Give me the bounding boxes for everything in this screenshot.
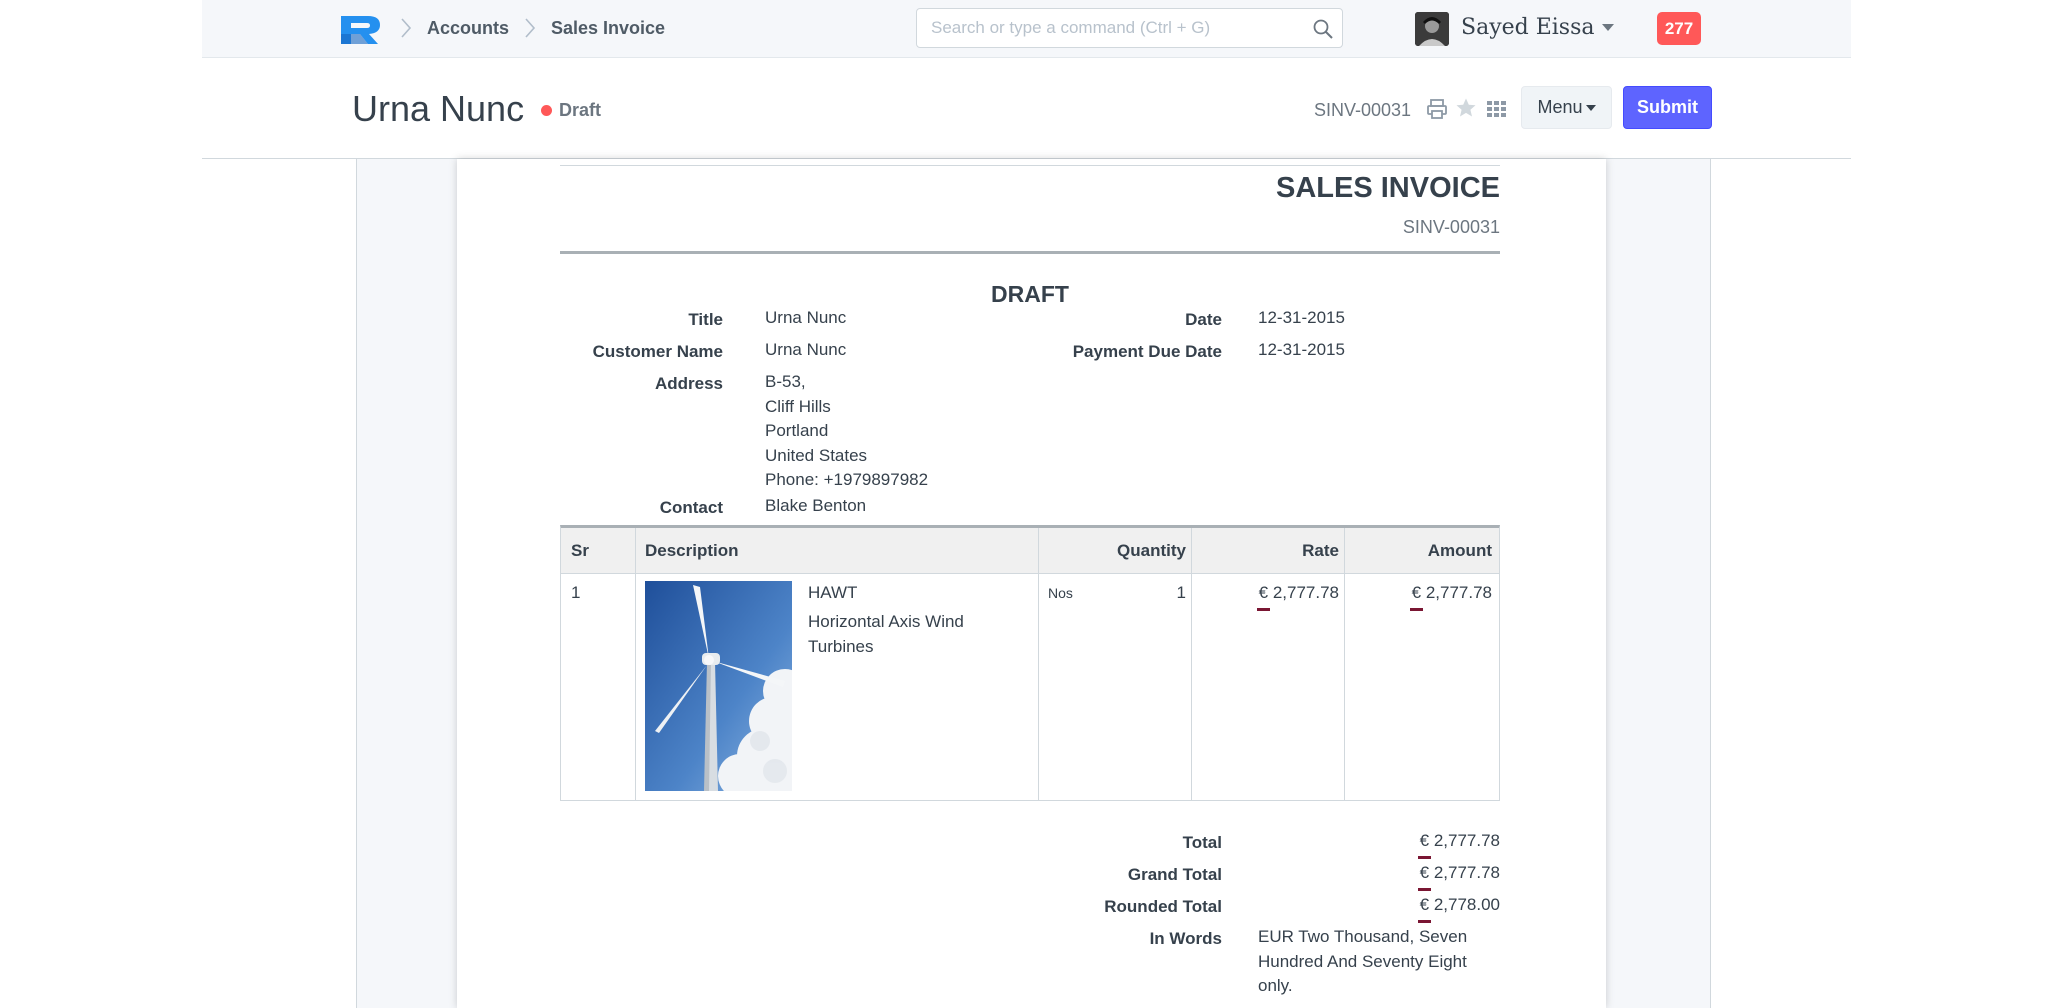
caret-down-icon[interactable]	[1602, 24, 1614, 31]
notification-badge[interactable]: 277	[1657, 12, 1701, 45]
draft-watermark: DRAFT	[991, 281, 1069, 307]
item-amount: € 2,777.78	[1409, 581, 1492, 610]
page-head: Urna Nunc Draft SINV-00031 Menu Submit	[202, 58, 1851, 159]
item-sr: 1	[571, 583, 581, 602]
column-divider	[1344, 528, 1345, 800]
column-divider	[635, 528, 636, 800]
column-header-amount: Amount	[1427, 541, 1492, 560]
invoice-heading: SALES INVOICE	[1276, 172, 1500, 204]
search-icon[interactable]	[1312, 18, 1334, 40]
grid-icon[interactable]	[1485, 98, 1507, 120]
item-rate: € 2,777.78	[1256, 581, 1339, 610]
chevron-right-icon	[525, 18, 536, 38]
currency-symbol: €	[1417, 893, 1432, 922]
grand-total-amount: 2,777.78	[1433, 863, 1500, 882]
address-line: B-53,	[765, 372, 806, 391]
column-header-rate: Rate	[1302, 541, 1339, 560]
item-qty: 1	[1176, 583, 1186, 602]
breadcrumb-accounts[interactable]: Accounts	[427, 17, 509, 39]
column-header-quantity: Quantity	[1117, 541, 1186, 560]
currency-symbol: €	[1409, 581, 1424, 610]
print-sheet: SALES INVOICE SINV-00031 DRAFT Title Urn…	[457, 159, 1606, 1008]
currency-symbol: €	[1417, 861, 1432, 890]
currency-symbol: €	[1417, 829, 1432, 858]
due-date-label: Payment Due Date	[1072, 342, 1222, 361]
chevron-right-icon	[401, 18, 412, 38]
currency-symbol: €	[1256, 581, 1271, 610]
column-divider	[1038, 528, 1039, 800]
address-label: Address	[654, 374, 723, 393]
address-value: B-53, Cliff Hills Portland United States…	[765, 370, 928, 493]
title-label: Title	[688, 310, 723, 329]
rounded-total-amount: 2,778.00	[1433, 895, 1500, 914]
in-words-value: EUR Two Thousand, Seven Hundred And Seve…	[1258, 925, 1467, 999]
invoice-body: SALES INVOICE SINV-00031 DRAFT Title Urn…	[560, 159, 1500, 1008]
user-name[interactable]: Sayed Eissa	[1461, 14, 1595, 42]
address-line: Phone: +1979897982	[765, 470, 929, 489]
in-words-line: only.	[1258, 976, 1293, 995]
grand-total-value: € 2,777.78	[1417, 861, 1500, 890]
status-badge: Draft	[559, 100, 602, 120]
navbar: Accounts Sales Invoice Sayed Eissa 277	[202, 0, 1851, 58]
customer-value: Urna Nunc	[765, 340, 847, 359]
items-table: Sr Description Quantity Rate Amount 1 HA…	[560, 525, 1500, 801]
address-line: Cliff Hills	[765, 396, 831, 416]
menu-button[interactable]: Menu	[1521, 86, 1612, 129]
item-image	[645, 581, 792, 791]
page-title: Urna Nunc	[352, 88, 525, 129]
column-header-sr: Sr	[571, 541, 589, 560]
in-words-line: Hundred And Seventy Eight	[1258, 951, 1467, 971]
invoice-number: SINV-00031	[1402, 217, 1500, 237]
column-header-description: Description	[645, 541, 739, 560]
item-rate-value: 2,777.78	[1272, 583, 1339, 602]
address-line: Portland	[765, 421, 829, 440]
item-description-line: Turbines	[808, 636, 874, 656]
item-code: HAWT	[808, 583, 858, 602]
item-uom: Nos	[1048, 585, 1073, 601]
submit-button[interactable]: Submit	[1623, 86, 1712, 129]
total-amount: 2,777.78	[1433, 831, 1500, 850]
star-icon[interactable]	[1455, 97, 1477, 119]
avatar[interactable]	[1415, 12, 1449, 46]
header-rule	[560, 251, 1500, 254]
total-label: Total	[1182, 833, 1222, 852]
menu-button-label: Menu	[1537, 97, 1583, 117]
contact-label: Contact	[659, 498, 723, 517]
document-name: SINV-00031	[1314, 100, 1412, 120]
header-divider	[560, 165, 1500, 166]
print-icon[interactable]	[1426, 98, 1448, 120]
search-input[interactable]	[931, 17, 1301, 39]
total-value: € 2,777.78	[1417, 829, 1500, 858]
contact-value: Blake Benton	[765, 496, 867, 515]
date-value: 12-31-2015	[1258, 308, 1345, 327]
rounded-total-value: € 2,778.00	[1417, 893, 1500, 922]
breadcrumb-sales-invoice[interactable]: Sales Invoice	[551, 17, 665, 39]
rounded-total-label: Rounded Total	[1104, 897, 1222, 916]
date-label: Date	[1185, 310, 1222, 329]
title-value: Urna Nunc	[765, 308, 847, 327]
in-words-label: In Words	[1149, 929, 1222, 948]
customer-label: Customer Name	[592, 342, 723, 361]
address-line: United States	[765, 445, 868, 465]
search-box[interactable]	[916, 8, 1343, 48]
logo[interactable]	[338, 12, 384, 46]
caret-down-icon	[1585, 105, 1596, 112]
item-description: Horizontal Axis Wind Turbines	[808, 610, 964, 659]
item-description-line: Horizontal Axis Wind	[808, 612, 964, 631]
table-header: Sr Description Quantity Rate Amount	[561, 528, 1499, 574]
item-amount-value: 2,777.78	[1425, 583, 1492, 602]
in-words-line: EUR Two Thousand, Seven	[1258, 927, 1468, 946]
due-date-value: 12-31-2015	[1258, 340, 1345, 359]
column-divider	[1191, 528, 1192, 800]
grand-total-label: Grand Total	[1127, 865, 1222, 884]
status-indicator-dot	[541, 105, 552, 116]
